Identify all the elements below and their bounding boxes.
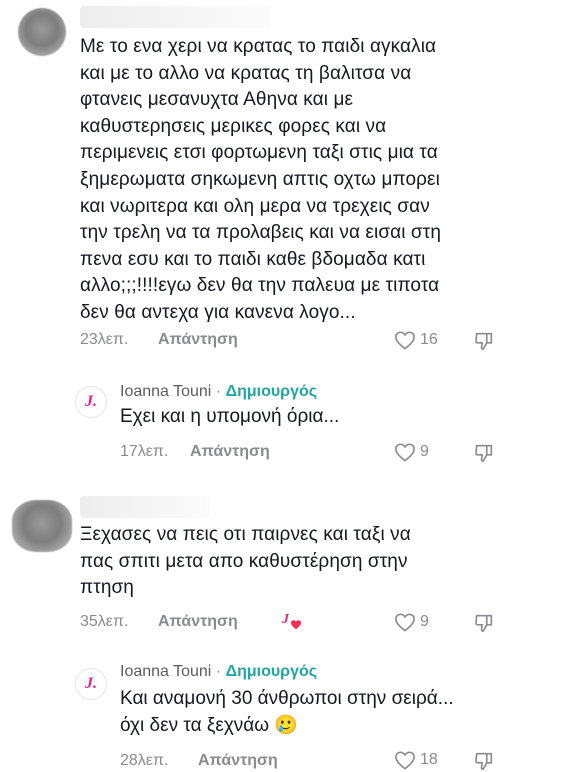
creator-name[interactable]: Ioanna Touni: [120, 663, 211, 680]
heart-icon: [395, 751, 415, 770]
like-count: 18: [420, 751, 438, 768]
comment-time: 35λεπ.: [80, 613, 129, 630]
creator-name-line[interactable]: Ioanna Touni · Δημιουργός: [120, 383, 317, 401]
like-count: 9: [420, 443, 429, 460]
creator-liked-indicator: J: [282, 612, 304, 632]
creator-name-line[interactable]: Ioanna Touni · Δημιουργός: [120, 663, 317, 681]
avatar[interactable]: [18, 8, 66, 56]
creator-avatar[interactable]: J.: [75, 668, 107, 700]
comment-text: Με το ενα χερι να κρατας το παιδι αγκαλι…: [80, 36, 442, 323]
dislike-icon[interactable]: [473, 612, 495, 634]
reply-button[interactable]: Απάντηση: [158, 613, 238, 631]
username[interactable]: [80, 496, 210, 518]
creator-badge: Δημιουργός: [225, 383, 318, 400]
heart-icon: [395, 443, 415, 462]
reply-time: 28λεπ.: [120, 752, 169, 769]
like-button[interactable]: 9: [394, 612, 429, 632]
reply-text: Εχει και η υπομονή όρια...: [120, 406, 340, 427]
comment-time: 23λεπ.: [80, 331, 129, 348]
like-button[interactable]: 18: [394, 750, 438, 770]
reply-time: 17λεπ.: [120, 443, 169, 460]
like-button[interactable]: 16: [394, 330, 438, 350]
reply-button[interactable]: Απάντηση: [198, 752, 278, 770]
separator-dot: ·: [215, 663, 222, 680]
reply-button[interactable]: Απάντηση: [190, 443, 270, 461]
heart-filled-icon: [291, 620, 301, 630]
dislike-icon[interactable]: [473, 750, 495, 772]
dislike-icon[interactable]: [473, 330, 495, 352]
creator-avatar[interactable]: J.: [75, 386, 107, 418]
creator-name[interactable]: Ioanna Touni: [120, 383, 211, 400]
heart-icon: [395, 613, 415, 632]
like-count: 16: [420, 331, 438, 348]
comment-text: Ξεχασες να πεις οτι παιρνες και ταξι να …: [80, 524, 411, 599]
reply-text: Και αναμονή 30 άνθρωποι στην σειρά... όχ…: [120, 688, 454, 736]
creator-liked-letter: J: [282, 612, 289, 627]
heart-icon: [395, 331, 415, 350]
like-count: 9: [420, 613, 429, 630]
username[interactable]: [80, 6, 270, 28]
creator-badge: Δημιουργός: [225, 663, 318, 680]
dislike-icon[interactable]: [473, 442, 495, 464]
separator-dot: ·: [215, 383, 222, 400]
like-button[interactable]: 9: [394, 442, 429, 462]
reply-button[interactable]: Απάντηση: [158, 331, 238, 349]
avatar[interactable]: [12, 500, 72, 552]
